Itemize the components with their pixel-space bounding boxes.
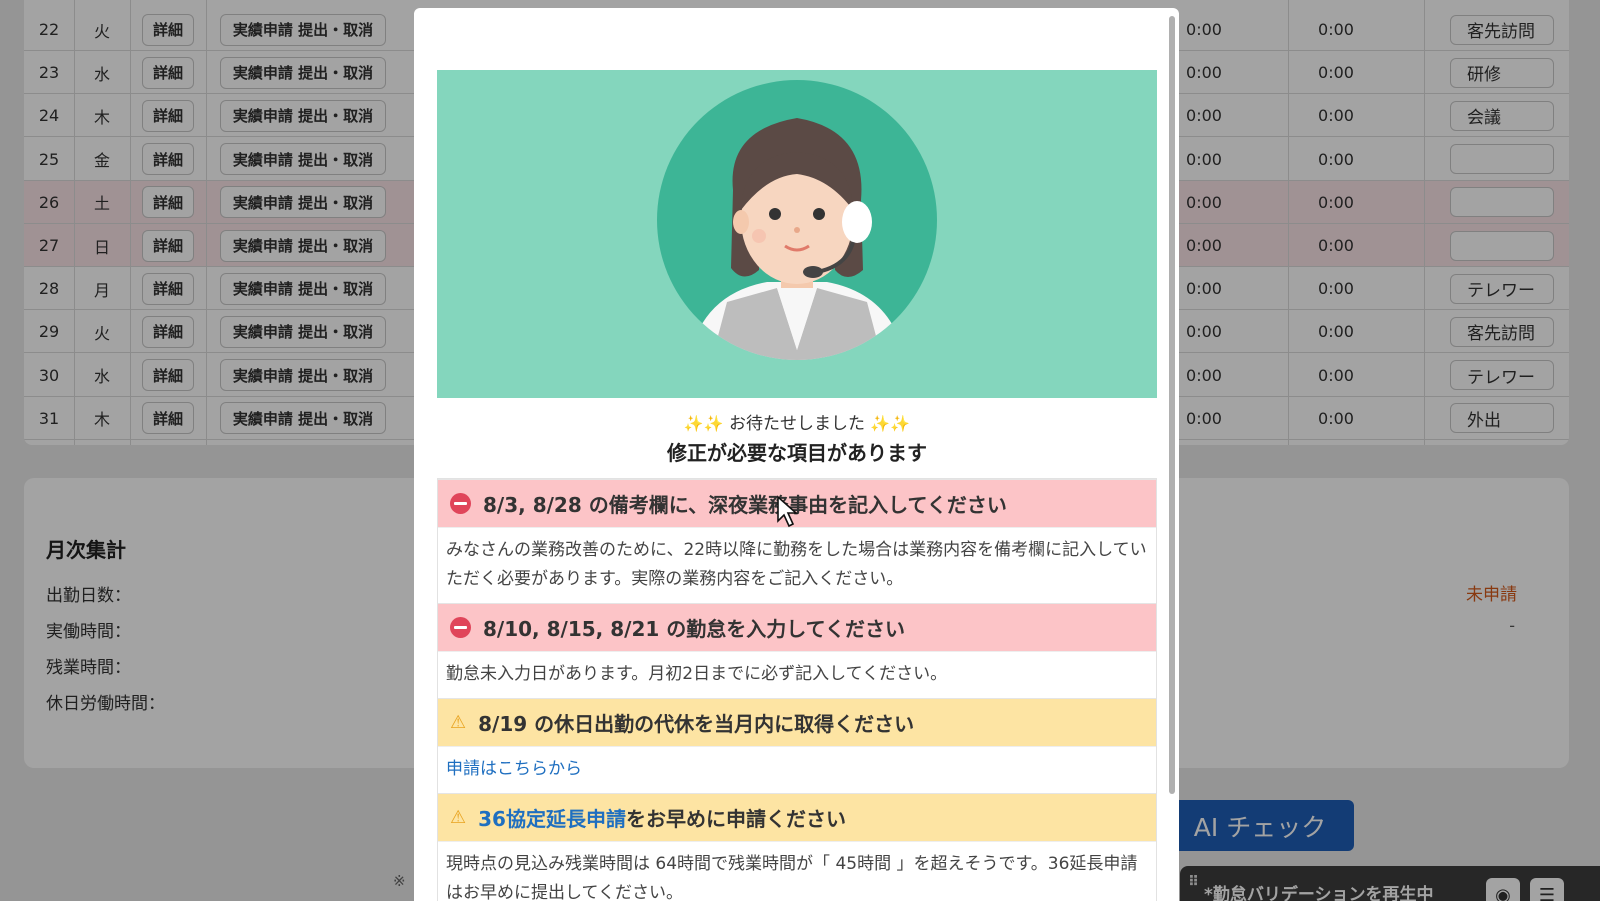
apply-here-link[interactable]: 申請はこちらから [446,759,582,779]
issue-title: をお早めに申請ください [625,807,846,831]
modal-heading: 修正が必要な項目があります [667,441,927,465]
issue-description: みなさんの業務改善のために、22時以降に勤務をした場合は業務内容を備考欄に記入し… [438,527,1156,603]
modal-scrollbar[interactable] [1169,16,1175,794]
36-agreement-extension-link[interactable]: 36協定延長申請 [478,803,626,832]
issue-description: 勤怠未入力日があります。月初2日までに必ず記入してください。 [438,651,1156,698]
issue-warning-header: ⚠ 36協定延長申請 をお早めに申請ください [438,793,1156,841]
issue-link-row: 申請はこちらから [438,746,1156,793]
issue-description: 現時点の見込み残業時間は 64時間で残業時間が「 45時間 」を超えそうです。3… [438,841,1156,901]
warning-icon: ⚠ [450,712,467,733]
wait-text: お待たせしました [729,414,865,434]
support-operator-illustration [437,70,1157,398]
sparkles-icon: ✨✨ [870,414,911,433]
issue-warning-header: ⚠ 8/19 の休日出勤の代休を当月内に取得ください [438,698,1156,746]
wait-message: ✨✨ お待たせしました ✨✨ [437,409,1157,434]
issue-title: 8/3, 8/28 の備考欄に、深夜業務事由を記入してください [483,493,1007,517]
mouse-cursor-icon [777,495,799,528]
warning-icon: ⚠ [450,807,467,828]
error-minus-icon [450,617,471,638]
issue-title: 8/19 の休日出勤の代休を当月内に取得ください [478,712,915,736]
sparkles-icon: ✨✨ [683,414,724,433]
error-minus-icon [450,493,471,514]
issue-error-header: 8/10, 8/15, 8/21 の勤怠を入力してください [438,603,1156,651]
issue-list: 8/3, 8/28 の備考欄に、深夜業務事由を記入してください みなさんの業務改… [437,478,1157,901]
operator-illustration-svg [657,80,937,360]
ai-check-result-modal: ✨✨ お待たせしました ✨✨ 修正が必要な項目があります 8/3, 8/28 の… [414,8,1179,901]
issue-title: 8/10, 8/15, 8/21 の勤怠を入力してください [483,617,906,641]
